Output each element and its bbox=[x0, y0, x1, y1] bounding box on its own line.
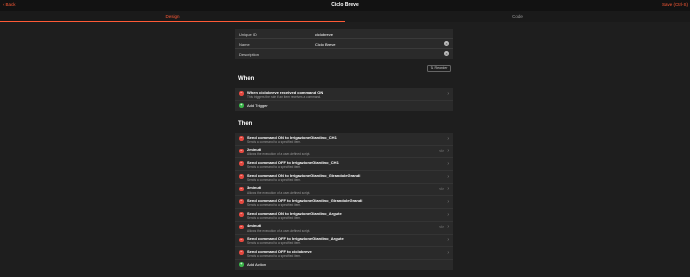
code-icon: </> bbox=[439, 148, 444, 153]
top-navbar: ‹ Back Ciclo Breve Save (Ctrl-S) bbox=[0, 0, 690, 11]
action-label: 4minuti bbox=[247, 223, 262, 229]
remove-icon[interactable]: − bbox=[239, 199, 244, 204]
action-item[interactable]: − Send command ON to IrrigazioneGiardino… bbox=[235, 209, 453, 222]
remove-icon[interactable]: − bbox=[239, 148, 244, 154]
action-label: 2minuti bbox=[247, 147, 262, 153]
action-item[interactable]: − Send command ON to IrrigazioneGiardino… bbox=[235, 171, 453, 184]
tab-bar: Design Code bbox=[0, 11, 690, 22]
action-description: Allows the execution of a user-defined s… bbox=[247, 228, 311, 233]
action-item[interactable]: − 4minuti Allows the execution of a user… bbox=[235, 222, 453, 235]
chevron-right-icon: › bbox=[447, 224, 449, 231]
remove-icon[interactable]: − bbox=[239, 186, 244, 192]
remove-icon[interactable]: − bbox=[239, 250, 244, 255]
add-trigger-label: Add Trigger bbox=[247, 103, 268, 109]
actions-list: − Send command ON to IrrigazioneGiardino… bbox=[235, 133, 453, 270]
action-item[interactable]: − Send command OFF to IrrigazioneGiardin… bbox=[235, 235, 453, 248]
code-icon: </> bbox=[439, 187, 444, 192]
action-description: Sends a command to a specified item. bbox=[247, 215, 302, 220]
triggers-list: − When ciclobreve received command ON Th… bbox=[235, 88, 453, 111]
chevron-right-icon: › bbox=[447, 199, 449, 206]
chevron-right-icon: › bbox=[447, 173, 449, 180]
remove-icon[interactable]: − bbox=[239, 91, 244, 96]
chevron-right-icon: › bbox=[447, 211, 449, 218]
action-description: Allows the execution of a user-defined s… bbox=[247, 190, 311, 195]
trigger-item[interactable]: − When ciclobreve received command ON Th… bbox=[235, 88, 453, 101]
uid-row: Unique ID ciclobreve bbox=[235, 29, 453, 39]
remove-icon[interactable]: − bbox=[239, 174, 244, 179]
chevron-right-icon: › bbox=[447, 249, 449, 256]
uid-value: ciclobreve bbox=[315, 32, 334, 37]
add-trigger-button[interactable]: + Add Trigger bbox=[235, 101, 453, 111]
trigger-description: This triggers the rule if an item receiv… bbox=[247, 94, 322, 99]
remove-icon[interactable]: − bbox=[239, 237, 244, 242]
action-description: Sends a command to a specified item. bbox=[247, 177, 302, 182]
clear-icon[interactable]: × bbox=[444, 41, 449, 46]
action-label: Send command ON to IrrigazioneGiardino_A… bbox=[247, 210, 342, 216]
name-field[interactable]: Ciclo Breve bbox=[315, 42, 335, 47]
save-button[interactable]: Save (Ctrl-S) bbox=[662, 2, 688, 7]
action-description: Sends a command to a specified item. bbox=[247, 253, 302, 258]
page-title: Ciclo Breve bbox=[331, 2, 359, 8]
action-description: Sends a command to a specified item. bbox=[247, 241, 302, 246]
reorder-button[interactable]: ⇅ Reorder bbox=[427, 65, 451, 72]
name-row: Name Ciclo Breve × bbox=[235, 39, 453, 49]
rule-properties-panel: Unique ID ciclobreve Name Ciclo Breve × … bbox=[235, 29, 453, 59]
trigger-label: When ciclobreve received command ON bbox=[247, 89, 324, 95]
when-heading: When bbox=[238, 76, 255, 82]
action-label: Send command OFF to IrrigazioneGiardino_… bbox=[247, 236, 344, 241]
tab-design[interactable]: Design bbox=[0, 11, 345, 22]
action-label: Send command OFF to IrrigazioneGiardino_… bbox=[247, 197, 363, 203]
action-description: Allows the execution of a user-defined s… bbox=[247, 152, 311, 157]
chevron-right-icon: › bbox=[447, 160, 449, 167]
add-icon: + bbox=[239, 102, 244, 108]
action-description: Sends a command to a specified item. bbox=[247, 139, 302, 144]
action-item[interactable]: − Send command OFF to ciclobreve Sends a… bbox=[235, 247, 453, 260]
action-item[interactable]: − 2minuti Allows the execution of a user… bbox=[235, 146, 453, 159]
action-label: Send command OFF to ciclobreve bbox=[247, 248, 312, 254]
code-icon: </> bbox=[439, 225, 444, 230]
add-action-button[interactable]: + Add Action bbox=[235, 260, 453, 270]
action-item[interactable]: − Send command OFF to IrrigazioneGiardin… bbox=[235, 196, 453, 210]
chevron-right-icon: › bbox=[447, 90, 449, 97]
remove-icon[interactable]: − bbox=[239, 136, 244, 141]
action-item[interactable]: − Send command ON to IrrigazioneGiardino… bbox=[235, 133, 453, 146]
description-label: Description bbox=[239, 52, 260, 57]
action-label: Send command OFF to IrrigazioneGiardino_… bbox=[247, 159, 339, 165]
action-description: Sends a command to a specified item. bbox=[247, 203, 302, 208]
clear-icon[interactable]: × bbox=[444, 51, 449, 56]
tab-code[interactable]: Code bbox=[345, 11, 690, 22]
action-description: Sends a command to a specified item. bbox=[247, 165, 302, 170]
name-label: Name bbox=[239, 42, 250, 47]
action-label: Send command ON to IrrigazioneGiardino_C… bbox=[247, 134, 337, 140]
action-label: 3minuti bbox=[247, 185, 262, 191]
description-row: Description × bbox=[235, 49, 453, 59]
chevron-right-icon: › bbox=[447, 237, 449, 244]
action-label: Send command ON to IrrigazioneGiardino_G… bbox=[247, 172, 361, 178]
then-heading: Then bbox=[238, 121, 253, 127]
remove-icon[interactable]: − bbox=[239, 161, 244, 166]
chevron-right-icon: › bbox=[447, 135, 449, 142]
chevron-right-icon: › bbox=[447, 148, 449, 155]
action-item[interactable]: − Send command OFF to IrrigazioneGiardin… bbox=[235, 158, 453, 172]
uid-label: Unique ID bbox=[239, 32, 257, 37]
remove-icon[interactable]: − bbox=[239, 224, 244, 230]
add-icon: + bbox=[239, 261, 244, 267]
chevron-right-icon: › bbox=[447, 186, 449, 193]
add-action-label: Add Action bbox=[247, 262, 267, 268]
remove-icon[interactable]: − bbox=[239, 212, 244, 217]
action-item[interactable]: − 3minuti Allows the execution of a user… bbox=[235, 184, 453, 197]
